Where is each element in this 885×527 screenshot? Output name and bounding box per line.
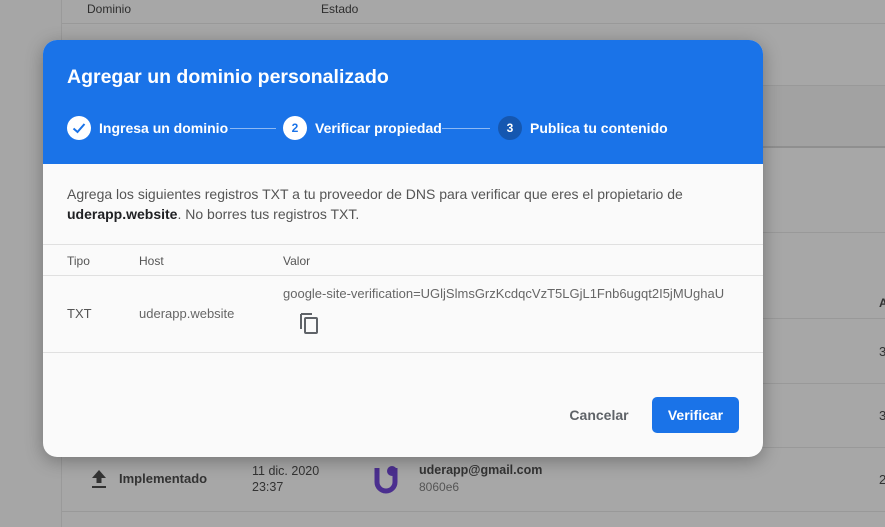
release-date-day: 11 dic. 2020 <box>252 464 320 478</box>
step-number: 3 <box>498 116 522 140</box>
step-label: Publica tu contenido <box>530 120 668 136</box>
background-column-letter: A <box>879 296 885 310</box>
dialog-description: Agrega los siguientes registros TXT a tu… <box>67 184 707 224</box>
background-release-row: Implementado 11 dic. 2020 23:37 uderapp@… <box>62 448 885 508</box>
column-header-host: Host <box>139 254 164 268</box>
step-label: Ingresa un dominio <box>99 120 229 136</box>
background-header-status: Estado <box>321 2 359 16</box>
step-enter-domain: Ingresa un dominio <box>67 116 228 140</box>
table-row: TXT uderapp.website google-site-verifica… <box>43 276 763 353</box>
column-header-value: Valor <box>283 254 311 268</box>
column-header-type: Tipo <box>67 254 90 268</box>
release-hash: 8060e6 <box>419 480 460 494</box>
background-number: 3 <box>879 344 885 359</box>
release-status: Implementado <box>119 471 208 486</box>
background-number: 3 <box>879 408 885 423</box>
background-divider <box>62 511 885 512</box>
cancel-button[interactable]: Cancelar <box>558 397 640 433</box>
avatar <box>374 466 398 494</box>
step-label: Verificar propiedad <box>315 120 442 136</box>
record-value[interactable]: google-site-verification=UGljSlmsGrzKcdq… <box>283 286 724 301</box>
copy-icon[interactable] <box>295 309 323 337</box>
step-publish-content: 3 Publica tu contenido <box>498 116 668 140</box>
record-type: TXT <box>67 306 92 321</box>
add-custom-domain-dialog: Agregar un dominio personalizado Ingresa… <box>43 40 763 457</box>
background-header-domain: Dominio <box>87 2 132 16</box>
step-connector <box>442 128 490 129</box>
release-date: 11 dic. 2020 23:37 <box>252 463 319 495</box>
release-date-time: 23:37 <box>252 480 284 494</box>
step-verify-ownership: 2 Verificar propiedad <box>283 116 442 140</box>
release-email: uderapp@gmail.com <box>419 463 543 477</box>
verify-button[interactable]: Verificar <box>652 397 739 433</box>
record-host[interactable]: uderapp.website <box>139 306 234 321</box>
step-number: 2 <box>283 116 307 140</box>
stepper: Ingresa un dominio 2 Verificar propiedad… <box>67 116 747 140</box>
dialog-header: Agregar un dominio personalizado Ingresa… <box>43 40 763 164</box>
records-table-header: Tipo Host Valor <box>43 244 763 276</box>
upload-icon <box>92 470 106 488</box>
step-connector <box>230 128 276 129</box>
background-table-header: Dominio Estado <box>62 0 885 24</box>
dialog-title: Agregar un dominio personalizado <box>67 66 389 88</box>
description-text-end: . No borres tus registros TXT. <box>177 206 360 222</box>
description-domain: uderapp.website <box>67 206 178 222</box>
description-text: Agrega los siguientes registros TXT a tu… <box>67 186 683 202</box>
check-icon <box>67 116 91 140</box>
